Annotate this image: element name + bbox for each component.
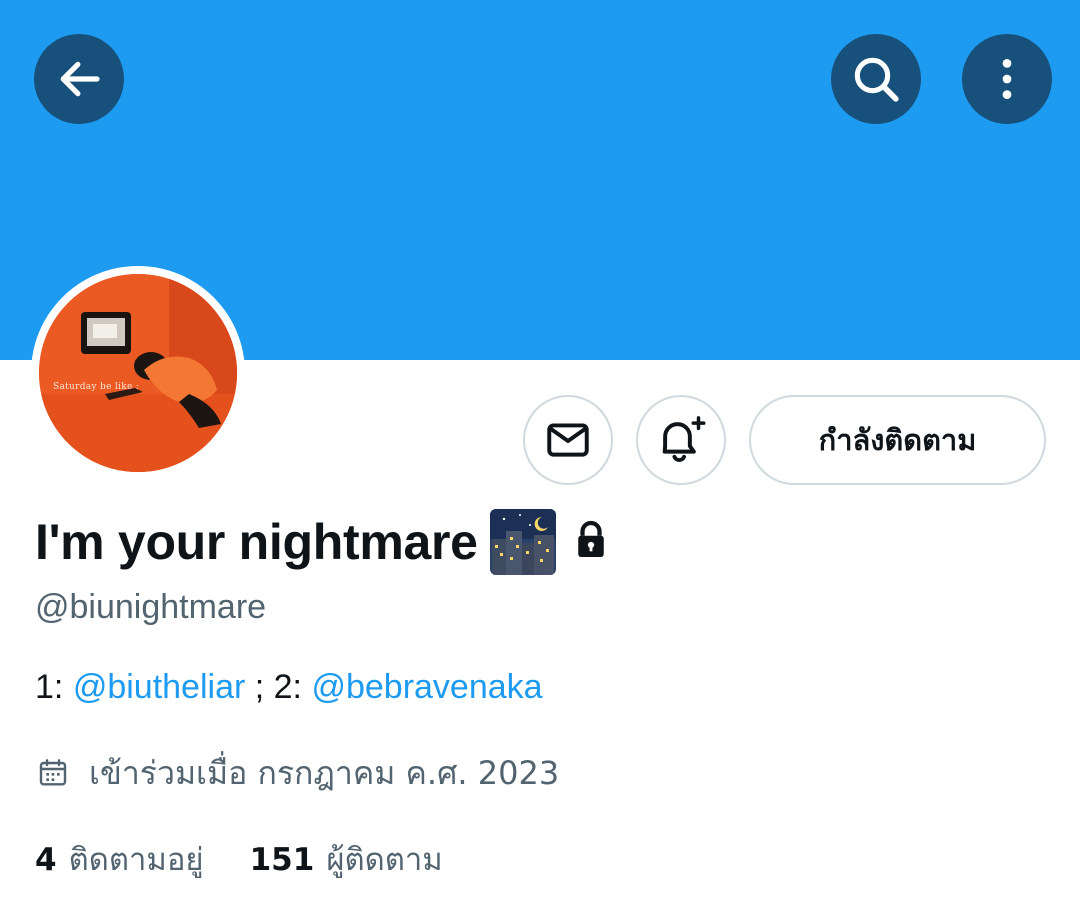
followers-link[interactable]: 151 ผู้ติดตาม [250, 834, 443, 884]
bio-prefix: 1: [35, 668, 73, 706]
bio-mention-1[interactable]: @biutheliar [73, 668, 246, 706]
following-button[interactable]: กำลังติดตาม [749, 395, 1046, 485]
search-icon [854, 57, 899, 102]
avatar-caption: Saturday be like : [53, 382, 140, 392]
more-options-button[interactable] [962, 34, 1052, 124]
avatar-image [39, 274, 237, 472]
following-link[interactable]: 4 ติดตามอยู่ [35, 834, 204, 884]
followers-count: 151 [249, 842, 315, 878]
profile-handle: @biunightmare [35, 588, 267, 626]
calendar-icon [39, 759, 67, 786]
join-date-text: เข้าร่วมเมื่อ กรกฎาคม ค.ศ. 2023 [89, 753, 560, 792]
bio-mention-2[interactable]: @bebravenaka [311, 668, 542, 706]
following-label: ติดตามอยู่ [68, 842, 204, 878]
avatar[interactable]: Saturday be like : [39, 274, 237, 472]
following-count: 4 [35, 842, 57, 878]
lock-icon [574, 520, 608, 564]
join-date: เข้าร่วมเมื่อ กรกฎาคม ค.ศ. 2023 [37, 750, 559, 796]
notify-button[interactable] [636, 395, 726, 485]
search-button[interactable] [831, 34, 921, 124]
avatar-container[interactable]: Saturday be like : [31, 266, 245, 480]
followers-label: ผู้ติดตาม [326, 842, 443, 878]
envelope-icon [547, 423, 589, 457]
display-name: I'm your nightmare [35, 514, 478, 570]
arrow-left-icon [60, 61, 100, 97]
night-city-emoji [489, 509, 556, 575]
follow-stats: 4 ติดตามอยู่ 151 ผู้ติดตาม [35, 836, 443, 882]
name-row: I'm your nightmare [35, 505, 608, 579]
back-button[interactable] [34, 34, 124, 124]
message-button[interactable] [523, 395, 613, 485]
profile-bio: 1: @biutheliar ; 2: @bebravenaka [35, 668, 543, 707]
bio-separator: ; 2: [245, 668, 312, 706]
more-vertical-icon [1002, 59, 1012, 99]
bell-plus-icon [662, 416, 706, 462]
